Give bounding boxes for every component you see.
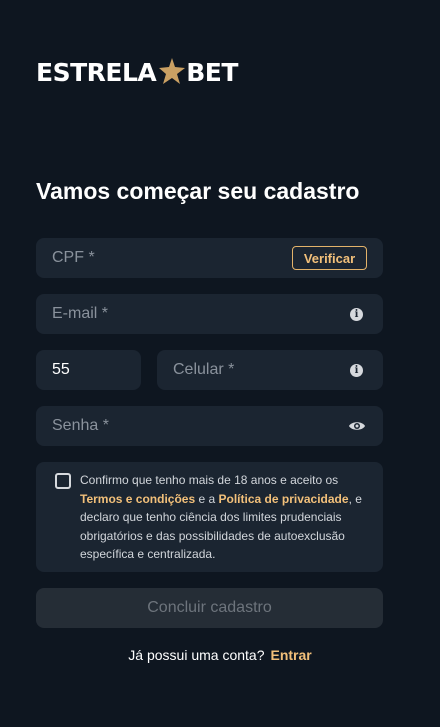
info-icon[interactable]: i <box>350 364 363 377</box>
phone-field[interactable]: Celular * i <box>157 350 383 390</box>
consent-text-part: e a <box>195 491 219 506</box>
consent-text: Confirmo que tenho mais de 18 anos e ace… <box>80 471 368 564</box>
password-placeholder: Senha * <box>52 417 109 434</box>
email-placeholder: E-mail * <box>52 305 109 322</box>
email-field[interactable]: E-mail * i <box>36 294 383 334</box>
login-prompt: Já possui uma conta? Entrar <box>0 647 440 663</box>
verify-cpf-button[interactable]: Verificar <box>292 246 367 270</box>
brand-word-estrela: ESTRELA <box>36 57 157 87</box>
eye-icon[interactable] <box>348 419 366 433</box>
consent-box: Confirmo que tenho mais de 18 anos e ace… <box>36 462 383 572</box>
cpf-field[interactable]: CPF * Verificar <box>36 238 383 278</box>
star-icon <box>157 57 186 85</box>
privacy-link[interactable]: Política de privacidade <box>219 492 349 506</box>
consent-text-part: Confirmo que tenho mais de 18 anos e ace… <box>80 473 339 487</box>
country-code-field[interactable]: 55 <box>36 350 141 390</box>
submit-button[interactable]: Concluir cadastro <box>36 588 383 628</box>
brand-word-bet: BET <box>186 57 238 87</box>
page-title: Vamos começar seu cadastro <box>36 178 360 204</box>
terms-link[interactable]: Termos e condições <box>80 492 195 506</box>
login-prompt-text: Já possui uma conta? <box>128 647 265 663</box>
password-field[interactable]: Senha * <box>36 406 383 446</box>
cpf-placeholder: CPF * <box>52 249 95 266</box>
phone-placeholder: Celular * <box>173 361 235 378</box>
info-icon[interactable]: i <box>350 308 363 321</box>
login-link[interactable]: Entrar <box>270 647 311 663</box>
country-code-value: 55 <box>52 361 70 378</box>
brand-logo: ESTRELA BET <box>36 58 238 86</box>
consent-checkbox[interactable] <box>55 473 71 489</box>
